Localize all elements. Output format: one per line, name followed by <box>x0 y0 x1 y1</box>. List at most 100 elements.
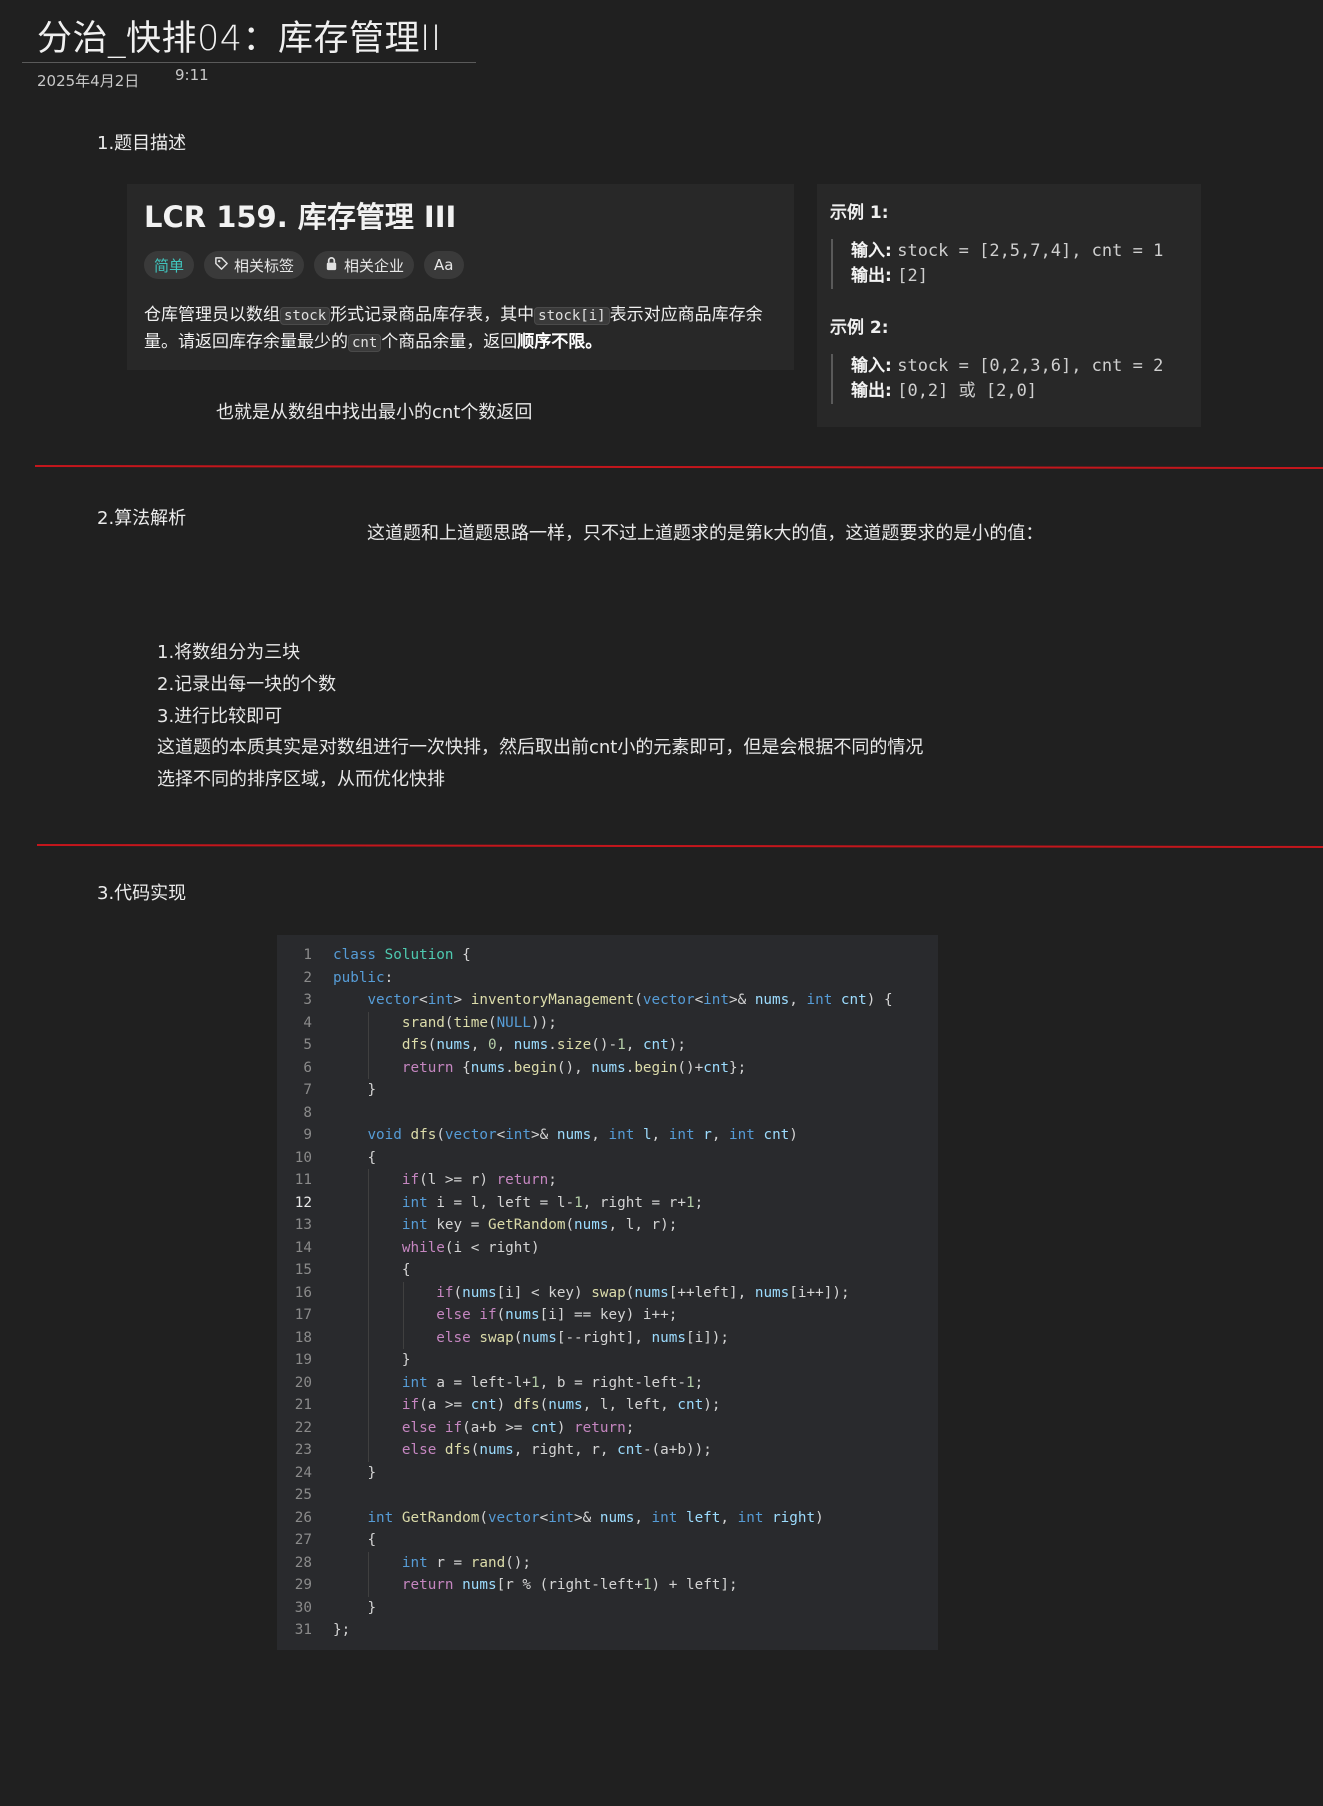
code-line: 6 return {nums.begin(), nums.begin()+cnt… <box>277 1057 746 1080</box>
line-number: 28 <box>294 1554 312 1571</box>
code-text: int i = l, left = l-1, right = r+1; <box>401 1194 704 1211</box>
code-text: { <box>367 1532 377 1548</box>
code-text: } <box>401 1352 411 1368</box>
code-line: 23 else dfs(nums, right, r, cnt-(a+b)); <box>277 1439 712 1462</box>
code-line: 26 int GetRandom(vector<int>& nums, int … <box>277 1507 824 1530</box>
code-line: 31}; <box>277 1619 350 1642</box>
code-line: 9 void dfs(vector<int>& nums, int l, int… <box>277 1124 798 1147</box>
title-underline <box>22 62 476 63</box>
divider-line <box>36 844 1323 849</box>
code-text: else if(a+b >= cnt) return; <box>401 1419 635 1436</box>
analysis-line-4: 这道题的本质其实是对数组进行一次快排，然后取出前cnt小的元素即可，但是会根据不… <box>157 737 924 758</box>
code-line: 5 dfs(nums, 0, nums.size()-1, cnt); <box>277 1034 686 1057</box>
translate-button[interactable]: Aa <box>424 251 464 279</box>
code-block[interactable]: 1 class Solution {2 public: 3 vector<int> i… <box>277 935 938 1650</box>
code-text: dfs(nums, 0, nums.size()-1, cnt); <box>401 1037 686 1053</box>
section-heading-code: 3.代码实现 <box>97 883 187 904</box>
code-line: 4 srand(time(NULL)); <box>277 1012 557 1035</box>
lock-icon <box>324 256 339 275</box>
line-number: 15 <box>294 1262 312 1278</box>
code-line: 16 if(nums[i] < key) swap(nums[++left], … <box>277 1282 850 1305</box>
code-line: 3 vector<int> inventoryManagement(vector… <box>277 989 893 1012</box>
line-number: 3 <box>303 992 312 1008</box>
problem-description: 仓库管理员以数组 stock 形式记录商品库存表，其中 stock[i] 表示对应商品库… <box>144 302 789 356</box>
line-number: 27 <box>294 1532 312 1548</box>
code-text: while(i < right) <box>401 1239 540 1256</box>
code-line: 10 { <box>277 1147 376 1170</box>
code-line: 25 <box>277 1484 333 1507</box>
desc-text: 仓库管理员以数组 <box>144 305 280 325</box>
line-number: 6 <box>303 1059 312 1076</box>
analysis-line-1: 1.将数组分为三块 <box>157 642 301 663</box>
code-text: void dfs(vector<int>& nums, int l, int r… <box>367 1127 798 1143</box>
analysis-line-3: 3.进行比较即可 <box>157 706 283 727</box>
desc-text: 个商品余量，返回 <box>381 332 518 352</box>
problem-card: LCR 159. 库存管理 III 简单 相关标签 相关企业 Aa 仓库管理员以… <box>127 184 794 370</box>
line-number: 10 <box>294 1149 312 1166</box>
related-companies-label: 相关企业 <box>344 256 405 275</box>
example-1-input: stock = [2,5,7,4], cnt = 1 <box>897 241 1164 261</box>
analysis-intro: 这道题和上道题思路一样，只不过上道题求的是第k大的值，这道题要求的是小的值： <box>367 523 1044 544</box>
difficulty-tag[interactable]: 简单 <box>144 251 195 279</box>
code-line: 30 } <box>277 1597 376 1620</box>
line-number: 19 <box>294 1352 312 1368</box>
line-number: 25 <box>294 1487 312 1503</box>
line-number: 24 <box>294 1464 312 1481</box>
desc-bold: 顺序不限。 <box>517 332 603 352</box>
difficulty-label: 简单 <box>154 256 185 275</box>
tag-row: 简单 相关标签 相关企业 Aa <box>144 251 464 279</box>
tag-icon <box>214 256 229 275</box>
page-title: 分治_快排04：库存管理II <box>37 19 442 59</box>
line-number: 26 <box>294 1509 312 1526</box>
line-number: 16 <box>294 1284 312 1301</box>
code-line: 7 } <box>277 1079 376 1102</box>
code-line: 12 int i = l, left = l-1, right = r+1; <box>277 1192 703 1215</box>
line-number: 13 <box>294 1217 312 1233</box>
code-text: int key = GetRandom(nums, l, r); <box>401 1217 678 1233</box>
code-text: int r = rand(); <box>401 1554 532 1571</box>
related-companies-button[interactable]: 相关企业 <box>314 251 415 279</box>
code-text: } <box>367 1599 377 1616</box>
line-number: 30 <box>294 1599 312 1616</box>
code-text: } <box>367 1464 377 1481</box>
code-text: return nums[r % (right-left+1) + left]; <box>401 1577 738 1593</box>
code-text: public: <box>333 969 394 986</box>
line-number: 14 <box>294 1239 312 1256</box>
code-line: 1 class Solution { <box>277 944 470 967</box>
example-2-input-label: 输入: <box>851 356 892 376</box>
translate-icon: Aa <box>434 256 454 274</box>
code-text: vector<int> inventoryManagement(vector<i… <box>367 992 893 1008</box>
example-1-output: [2] <box>897 266 928 286</box>
line-number: 9 <box>303 1127 312 1143</box>
code-text: else swap(nums[--right], nums[i]); <box>436 1329 730 1346</box>
examples-card: 示例 1: 输入: stock = [2,5,7,4], cnt = 1 输出:… <box>817 184 1201 427</box>
line-number: 21 <box>294 1397 312 1413</box>
example-2-output-label: 输出: <box>851 381 892 401</box>
indent-guide <box>368 1169 370 1462</box>
code-line: 20 int a = left-l+1, b = right-left-1; <box>277 1372 703 1395</box>
code-line: 21 if(a >= cnt) dfs(nums, l, left, cnt); <box>277 1394 721 1417</box>
line-number: 31 <box>294 1622 312 1638</box>
analysis-line-5: 选择不同的排序区域，从而优化快排 <box>157 769 445 790</box>
code-text: } <box>367 1082 377 1098</box>
example-2-input: stock = [0,2,3,6], cnt = 2 <box>897 356 1164 376</box>
code-text: { <box>401 1262 411 1278</box>
line-number: 20 <box>294 1374 312 1391</box>
related-tags-button[interactable]: 相关标签 <box>204 251 305 279</box>
divider-line <box>34 465 1323 470</box>
code-line: 2 public: <box>277 967 393 990</box>
code-text: int a = left-l+1, b = right-left-1; <box>401 1374 704 1391</box>
line-number: 12 <box>294 1194 312 1211</box>
line-number: 22 <box>294 1419 312 1436</box>
example-1-output-label: 输出: <box>851 266 892 286</box>
section-heading-description: 1.题目描述 <box>97 133 187 154</box>
code-line: 11 if(l >= r) return; <box>277 1169 557 1192</box>
problem-note: 也就是从数组中找出最小的cnt个数返回 <box>216 402 533 423</box>
line-number: 4 <box>303 1014 312 1031</box>
code-text: return {nums.begin(), nums.begin()+cnt}; <box>401 1059 747 1076</box>
example-2-block: 输入: stock = [0,2,3,6], cnt = 2 输出: [0,2]… <box>831 354 1163 404</box>
example-2-title: 示例 2: <box>830 318 889 338</box>
example-1-block: 输入: stock = [2,5,7,4], cnt = 1 输出: [2] <box>831 239 1163 289</box>
code-line: 15 { <box>277 1259 411 1282</box>
code-text: srand(time(NULL)); <box>401 1014 557 1031</box>
